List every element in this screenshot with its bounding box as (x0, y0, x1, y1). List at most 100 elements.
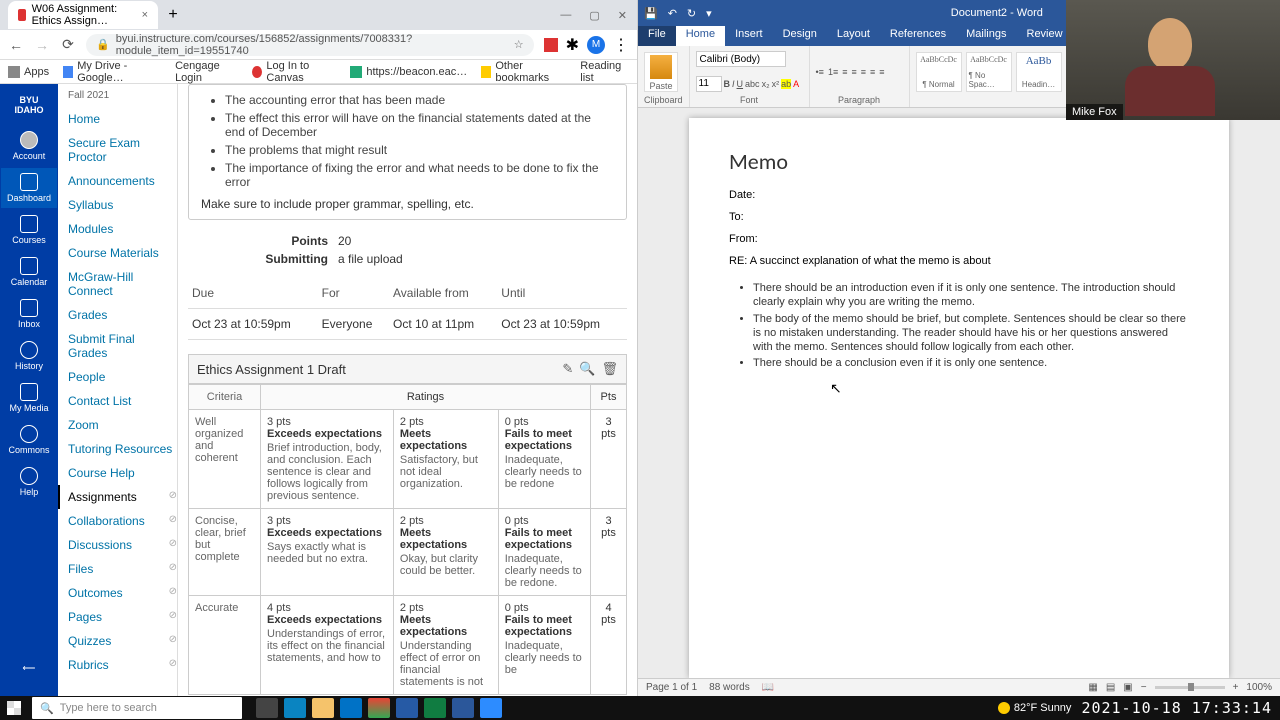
nav-assignments[interactable]: Assignments⊘ (58, 485, 177, 509)
extensions-icon[interactable]: ✱ (566, 35, 579, 55)
bookmark-beacon[interactable]: https://beacon.eac… (350, 66, 467, 78)
calculator-icon[interactable] (396, 698, 418, 718)
underline-button[interactable]: U (737, 79, 744, 89)
tab-home[interactable]: Home (676, 26, 725, 46)
bookmark-canvas[interactable]: Log In to Canvas (252, 60, 336, 84)
back-icon[interactable]: ← (8, 37, 24, 53)
style-heading1[interactable]: AaBbHeadin… (1016, 52, 1062, 92)
bookmark-mydrive[interactable]: My Drive - Google… (63, 60, 161, 84)
browser-menu-icon[interactable]: ⋮ (613, 35, 629, 55)
nav-files[interactable]: Files⊘ (68, 557, 177, 581)
redo-icon[interactable]: ↻ (687, 7, 696, 20)
rubric-rating[interactable]: 2 ptsMeets expectationsSatisfactory, but… (393, 410, 498, 509)
nav-home[interactable]: Home (68, 107, 177, 131)
bold-button[interactable]: B (724, 79, 731, 89)
numbering-button[interactable]: 1≡ (828, 67, 838, 77)
font-size[interactable] (696, 76, 722, 92)
word-icon[interactable] (452, 698, 474, 718)
tab-design[interactable]: Design (773, 26, 827, 46)
rubric-rating[interactable]: 0 ptsFails to meet expectationsInadequat… (498, 509, 590, 596)
nav-courses[interactable]: Courses (1, 210, 57, 250)
memo-list[interactable]: There should be an introduction even if … (753, 281, 1189, 371)
nav-quizzes[interactable]: Quizzes⊘ (68, 629, 177, 653)
italic-button[interactable]: I (732, 79, 735, 89)
tab-insert[interactable]: Insert (725, 26, 773, 46)
sub-button[interactable]: x₂ (762, 79, 770, 89)
tab-mailings[interactable]: Mailings (956, 26, 1016, 46)
view-print-icon[interactable]: ▦ (1088, 682, 1097, 693)
paste-button[interactable]: Paste (644, 52, 678, 92)
edit-icon[interactable]: ✎ (562, 361, 573, 377)
document-area[interactable]: Memo Date: To: From: RE: A succinct expl… (638, 108, 1280, 678)
fontcolor-button[interactable]: A (793, 79, 799, 89)
tab-references[interactable]: References (880, 26, 956, 46)
taskview-icon[interactable] (256, 698, 278, 718)
nav-people[interactable]: People (68, 365, 177, 389)
nav-proctor[interactable]: Secure Exam Proctor (68, 131, 177, 169)
nav-discussions[interactable]: Discussions⊘ (68, 533, 177, 557)
memo-title[interactable]: Memo (729, 148, 1189, 175)
other-bookmarks[interactable]: Other bookmarks (481, 60, 566, 84)
rubric-rating[interactable]: 0 ptsFails to meet expectationsInadequat… (498, 596, 590, 695)
bookmark-star-icon[interactable]: ☆ (514, 38, 524, 51)
zoom-icon[interactable] (480, 698, 502, 718)
url-input[interactable]: 🔒 byui.instructure.com/courses/156852/as… (86, 34, 534, 56)
outlook-icon[interactable] (340, 698, 362, 718)
zoom-slider[interactable] (1155, 686, 1225, 689)
memo-to[interactable]: To: (729, 211, 1189, 223)
nav-submit-final[interactable]: Submit Final Grades (68, 327, 177, 365)
browser-close-icon[interactable]: ✕ (618, 9, 627, 22)
nav-outcomes[interactable]: Outcomes⊘ (68, 581, 177, 605)
rubric-rating[interactable]: 3 ptsExceeds expectationsSays exactly wh… (261, 509, 394, 596)
nav-help[interactable]: Help (1, 462, 57, 502)
nav-account[interactable]: Account (1, 126, 57, 166)
pdf-ext-icon[interactable] (544, 38, 558, 52)
memo-re[interactable]: RE: A succinct explanation of what the m… (729, 255, 1189, 267)
align-left-button[interactable]: ≡ (851, 67, 856, 77)
nav-history[interactable]: History (1, 336, 57, 376)
document-page[interactable]: Memo Date: To: From: RE: A succinct expl… (689, 118, 1229, 678)
qa-customize-icon[interactable]: ▾ (706, 7, 712, 20)
zoom-in-icon[interactable]: + (1233, 682, 1239, 693)
rubric-rating[interactable]: 2 ptsMeets expectationsOkay, but clarity… (393, 509, 498, 596)
status-words[interactable]: 88 words (709, 682, 750, 693)
nav-connect[interactable]: McGraw-Hill Connect (68, 265, 177, 303)
edge-icon[interactable] (284, 698, 306, 718)
reload-icon[interactable]: ⟳ (60, 37, 76, 53)
memo-bullet[interactable]: The body of the memo should be brief, bu… (753, 312, 1189, 355)
view-web-icon[interactable]: ▣ (1123, 682, 1132, 693)
chrome-icon[interactable] (368, 698, 390, 718)
nav-calendar[interactable]: Calendar (1, 252, 57, 292)
nav-modules[interactable]: Modules (68, 217, 177, 241)
nav-tutoring[interactable]: Tutoring Resources (68, 437, 177, 461)
font-select[interactable] (696, 51, 786, 67)
rubric-rating[interactable]: 4 ptsExceeds expectationsUnderstandings … (261, 596, 394, 695)
nav-commons[interactable]: Commons (1, 420, 57, 460)
delete-icon[interactable]: 🗑 (601, 361, 618, 377)
undo-icon[interactable]: ↶ (668, 7, 677, 20)
zoom-value[interactable]: 100% (1246, 682, 1272, 693)
nav-syllabus[interactable]: Syllabus (68, 193, 177, 217)
memo-bullet[interactable]: There should be an introduction even if … (753, 281, 1189, 310)
multilevel-button[interactable]: ≡ (842, 67, 847, 77)
rubric-rating[interactable]: 3 ptsExceeds expectationsBrief introduct… (261, 410, 394, 509)
profile-chip[interactable]: M (587, 36, 605, 54)
nav-mymedia[interactable]: My Media (1, 378, 57, 418)
excel-icon[interactable] (424, 698, 446, 718)
nav-pages[interactable]: Pages⊘ (68, 605, 177, 629)
nav-rubrics[interactable]: Rubrics⊘ (68, 653, 177, 677)
sup-button[interactable]: x² (772, 79, 780, 89)
new-tab-button[interactable]: + (164, 6, 182, 24)
reading-list[interactable]: Reading list (580, 60, 629, 84)
bookmark-cengage[interactable]: Cengage Login (175, 60, 238, 84)
bullets-button[interactable]: •≡ (816, 67, 824, 77)
browser-min-icon[interactable]: — (560, 9, 571, 22)
nav-dashboard[interactable]: Dashboard (1, 168, 57, 208)
rubric-rating[interactable]: 0 ptsFails to meet expectationsInadequat… (498, 410, 590, 509)
taskbar-weather[interactable]: 82°F Sunny (998, 702, 1072, 714)
save-icon[interactable]: 💾 (644, 7, 658, 20)
browser-tab[interactable]: W06 Assignment: Ethics Assign… × (8, 1, 158, 29)
nav-grades[interactable]: Grades (68, 303, 177, 327)
memo-from[interactable]: From: (729, 233, 1189, 245)
nav-contacts[interactable]: Contact List (68, 389, 177, 413)
